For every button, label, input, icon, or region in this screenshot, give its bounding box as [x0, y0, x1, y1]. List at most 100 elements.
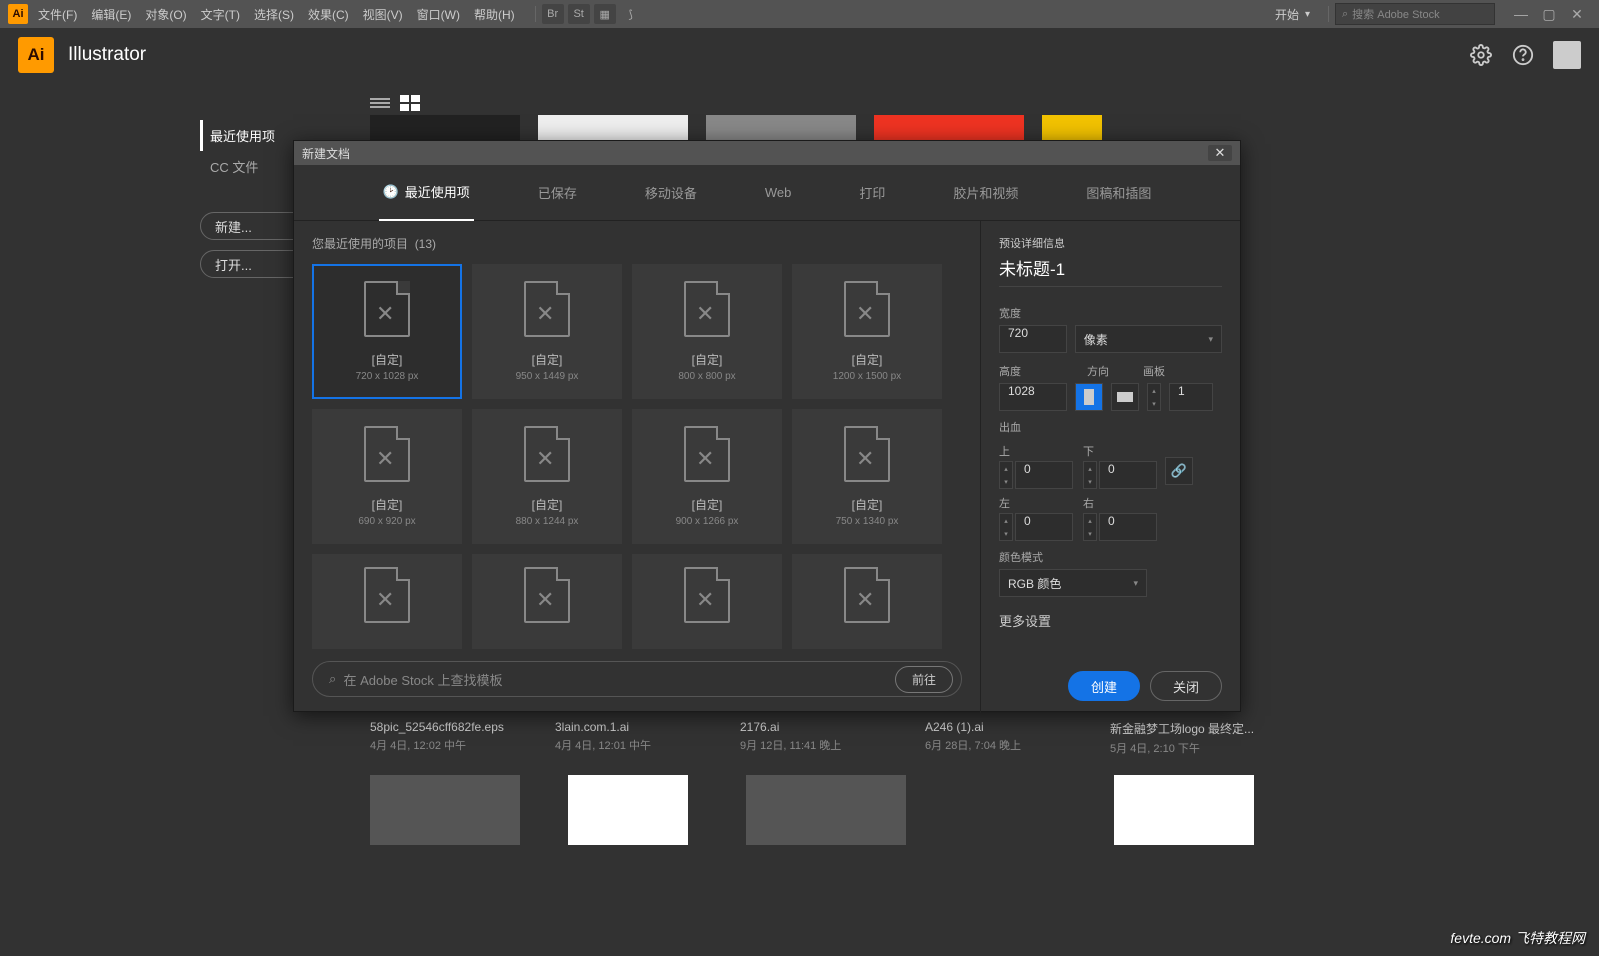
new-document-dialog: 新建文档 ✕ 🕑最近使用项 已保存 移动设备 Web 打印 胶片和视频 图稿和插…: [293, 140, 1241, 712]
orientation-portrait[interactable]: [1075, 383, 1103, 411]
more-settings[interactable]: 更多设置: [999, 611, 1222, 630]
bleed-left-input[interactable]: 0: [1015, 513, 1073, 541]
clock-icon: 🕑: [383, 184, 399, 200]
artboards-label: 画板: [1143, 363, 1165, 379]
preset-item[interactable]: ✕[自定]880 x 1244 px: [472, 409, 622, 544]
preset-details-panel: 预设详细信息 未标题-1 宽度 720 像素▾ 高度 方向 画板 1028 ▴▾…: [980, 221, 1240, 713]
document-name[interactable]: 未标题-1: [999, 255, 1222, 287]
recent-thumb[interactable]: [746, 775, 906, 845]
tab-art[interactable]: 图稿和插图: [1082, 165, 1155, 221]
go-button[interactable]: 前往: [895, 666, 953, 693]
bleed-stepper[interactable]: ▴▾: [1083, 461, 1097, 489]
bridge-icon[interactable]: Br: [542, 4, 564, 24]
menu-view[interactable]: 视图(V): [363, 6, 403, 23]
artboard-stepper[interactable]: ▴▾: [1147, 383, 1161, 411]
menu-select[interactable]: 选择(S): [254, 6, 294, 23]
dialog-titlebar: 新建文档 ✕: [294, 141, 1240, 165]
bleed-stepper[interactable]: ▴▾: [1083, 513, 1097, 541]
bleed-bottom-label: 下: [1083, 443, 1157, 459]
list-view-icon[interactable]: [370, 95, 390, 111]
menu-effect[interactable]: 效果(C): [308, 6, 349, 23]
stock-search-placeholder: 在 Adobe Stock 上查找模板: [344, 670, 503, 689]
tab-saved[interactable]: 已保存: [534, 165, 581, 221]
artboards-input[interactable]: 1: [1169, 383, 1213, 411]
chevron-down-icon: ▾: [1208, 334, 1213, 345]
orientation-landscape[interactable]: [1111, 383, 1139, 411]
tab-web[interactable]: Web: [761, 165, 796, 221]
preset-item[interactable]: ✕[自定]720 x 1028 px: [312, 264, 462, 399]
unit-select[interactable]: 像素▾: [1075, 325, 1222, 353]
preset-item[interactable]: ✕: [472, 554, 622, 649]
tab-print[interactable]: 打印: [855, 165, 889, 221]
preset-item[interactable]: ✕[自定]800 x 800 px: [632, 264, 782, 399]
menu-object[interactable]: 对象(O): [145, 6, 186, 23]
user-avatar[interactable]: [1553, 41, 1581, 69]
menu-file[interactable]: 文件(F): [38, 6, 77, 23]
preset-item[interactable]: ✕[自定]750 x 1340 px: [792, 409, 942, 544]
menu-edit[interactable]: 编辑(E): [91, 6, 131, 23]
chevron-down-icon[interactable]: ▾: [1305, 9, 1310, 20]
help-icon[interactable]: [1511, 43, 1535, 67]
grid-view-icon[interactable]: [400, 95, 420, 111]
search-icon: ⌕: [1342, 8, 1348, 21]
link-bleed-icon[interactable]: 🔗: [1165, 457, 1193, 485]
recent-file[interactable]: 2176.ai9月 12日, 11:41 晚上: [740, 720, 905, 756]
settings-icon[interactable]: [1469, 43, 1493, 67]
preset-item[interactable]: ✕: [312, 554, 462, 649]
close-button[interactable]: 关闭: [1150, 671, 1222, 701]
preset-grid: ✕[自定]720 x 1028 px ✕[自定]950 x 1449 px ✕[…: [312, 264, 962, 649]
menubar: Ai 文件(F) 编辑(E) 对象(O) 文字(T) 选择(S) 效果(C) 视…: [0, 0, 1599, 28]
height-input[interactable]: 1028: [999, 383, 1067, 411]
tab-film[interactable]: 胶片和视频: [949, 165, 1022, 221]
workspace-switcher[interactable]: 开始: [1275, 6, 1299, 23]
recent-thumb[interactable]: [568, 775, 688, 845]
app-title: Illustrator: [68, 44, 146, 66]
recent-file[interactable]: 58pic_52546cff682fe.eps4月 4日, 12:02 中午: [370, 720, 535, 756]
recent-thumb[interactable]: [370, 775, 520, 845]
dialog-title: 新建文档: [302, 145, 350, 162]
tab-mobile[interactable]: 移动设备: [641, 165, 701, 221]
search-placeholder: 搜索 Adobe Stock: [1352, 6, 1439, 22]
bleed-bottom-input[interactable]: 0: [1099, 461, 1157, 489]
recent-file[interactable]: A246 (1).ai6月 28日, 7:04 晚上: [925, 720, 1090, 756]
adobe-stock-search[interactable]: ⌕ 搜索 Adobe Stock: [1335, 3, 1495, 25]
bleed-stepper[interactable]: ▴▾: [999, 513, 1013, 541]
gpu-icon[interactable]: ⟆: [620, 4, 642, 24]
dialog-close-button[interactable]: ✕: [1208, 145, 1232, 161]
ai-logo-small: Ai: [8, 4, 28, 24]
close-window-button[interactable]: ✕: [1563, 4, 1591, 24]
preset-item[interactable]: ✕[自定]690 x 920 px: [312, 409, 462, 544]
preset-item[interactable]: ✕: [792, 554, 942, 649]
color-mode-select[interactable]: RGB 颜色▾: [999, 569, 1147, 597]
stock-search[interactable]: ⌕ 在 Adobe Stock 上查找模板 前往: [312, 661, 962, 697]
menu-type[interactable]: 文字(T): [201, 6, 240, 23]
maximize-button[interactable]: ▢: [1535, 4, 1563, 24]
width-label: 宽度: [999, 305, 1222, 321]
create-button[interactable]: 创建: [1068, 671, 1140, 701]
bleed-top-input[interactable]: 0: [1015, 461, 1073, 489]
bleed-left-label: 左: [999, 495, 1073, 511]
minimize-button[interactable]: —: [1507, 4, 1535, 24]
height-label: 高度: [999, 363, 1067, 379]
presets-panel: 您最近使用的项目 (13) ✕[自定]720 x 1028 px ✕[自定]95…: [294, 221, 980, 713]
preset-item[interactable]: ✕[自定]950 x 1449 px: [472, 264, 622, 399]
bleed-top-label: 上: [999, 443, 1073, 459]
tab-recent[interactable]: 🕑最近使用项: [379, 165, 474, 221]
watermark: fevte.com 飞特教程网: [1450, 928, 1585, 948]
recent-file[interactable]: 3lain.com.1.ai4月 4日, 12:01 中午: [555, 720, 720, 756]
recent-thumbs-row2: [370, 775, 1254, 845]
recent-file[interactable]: 新金融梦工场logo 最终定...5月 4日, 2:10 下午: [1110, 720, 1275, 756]
dialog-tabs: 🕑最近使用项 已保存 移动设备 Web 打印 胶片和视频 图稿和插图: [294, 165, 1240, 221]
preset-item[interactable]: ✕: [632, 554, 782, 649]
width-input[interactable]: 720: [999, 325, 1067, 353]
menu-window[interactable]: 窗口(W): [417, 6, 460, 23]
bleed-right-input[interactable]: 0: [1099, 513, 1157, 541]
arrange-icon[interactable]: ▦: [594, 4, 616, 24]
stock-icon[interactable]: St: [568, 4, 590, 24]
ai-logo-large: Ai: [18, 37, 54, 73]
preset-item[interactable]: ✕[自定]900 x 1266 px: [632, 409, 782, 544]
recent-thumb[interactable]: [1114, 775, 1254, 845]
preset-item[interactable]: ✕[自定]1200 x 1500 px: [792, 264, 942, 399]
bleed-stepper[interactable]: ▴▾: [999, 461, 1013, 489]
menu-help[interactable]: 帮助(H): [474, 6, 515, 23]
